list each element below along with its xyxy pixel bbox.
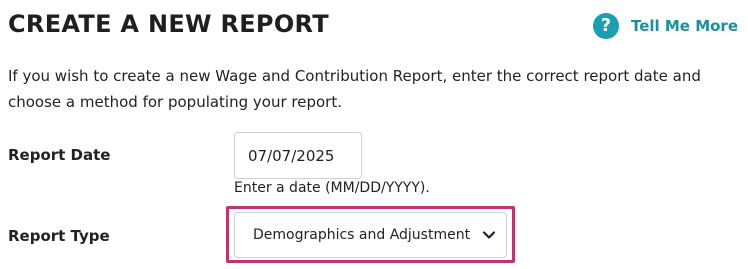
- report-type-label: Report Type: [8, 227, 110, 245]
- report-type-selected-value: Demographics and Adjustment: [253, 227, 471, 243]
- intro-text: If you wish to create a new Wage and Con…: [8, 67, 701, 111]
- report-date-input[interactable]: [234, 132, 362, 179]
- question-circle-icon: ?: [592, 13, 619, 39]
- report-date-label: Report Date: [8, 146, 111, 164]
- report-date-hint: Enter a date (MM/DD/YYYY).: [234, 180, 430, 196]
- tell-me-more-link[interactable]: ? Tell Me More: [592, 13, 738, 39]
- chevron-down-icon: [482, 228, 496, 242]
- page-title: CREATE A NEW REPORT: [8, 10, 329, 38]
- report-type-select[interactable]: Demographics and Adjustment: [234, 212, 507, 258]
- tell-me-more-label: Tell Me More: [630, 17, 738, 35]
